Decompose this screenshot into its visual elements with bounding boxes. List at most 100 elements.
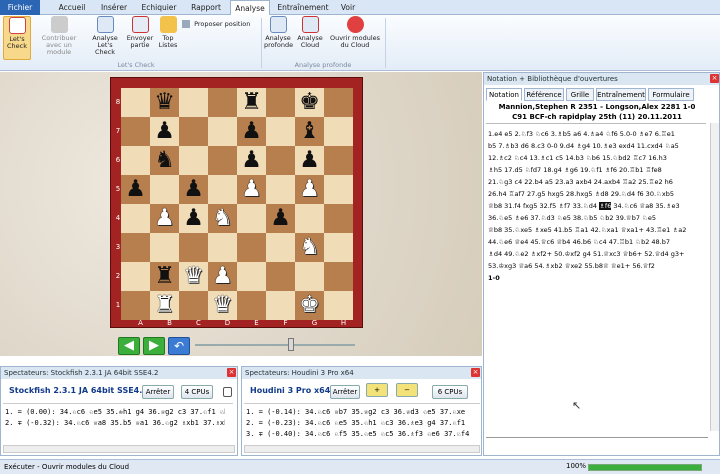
square-d5[interactable] <box>208 175 237 204</box>
white-pawn-icon[interactable]: ♟ <box>241 178 262 201</box>
square-h8[interactable] <box>324 88 353 117</box>
square-g1[interactable]: ♚ <box>295 291 324 320</box>
tab-echiquier[interactable]: Echiquier <box>138 0 180 15</box>
cpus-button[interactable]: 6 CPUs <box>432 385 468 399</box>
notation-line[interactable]: 44.♘e6 ♕e4 45.♕c6 ♕b4 46.b6 ♘c4 47.♖b1 ♘… <box>488 238 670 246</box>
square-g7[interactable]: ♝ <box>295 117 324 146</box>
square-f6[interactable] <box>266 146 295 175</box>
black-bishop-icon[interactable]: ♝ <box>299 120 320 143</box>
square-b8[interactable]: ♛ <box>150 88 179 117</box>
proposer-position-button[interactable]: Proposer position <box>182 20 258 30</box>
square-f4[interactable]: ♟ <box>266 204 295 233</box>
square-d6[interactable] <box>208 146 237 175</box>
notation-line[interactable]: 53.♔xg3 ♕a6 54.♗xb2 ♕xe2 55.b8♕ ♕e1+ 56.… <box>488 262 655 270</box>
black-knight-icon[interactable]: ♞ <box>154 149 175 172</box>
square-e3[interactable] <box>237 233 266 262</box>
tab-grille[interactable]: Grille <box>566 88 594 101</box>
square-c2[interactable]: ♛ <box>179 262 208 291</box>
square-d7[interactable] <box>208 117 237 146</box>
notation-line[interactable]: b5 7.♗b3 d6 8.c3 0-0 9.d4 ♗g4 10.♗e3 exd… <box>488 142 679 150</box>
tab-accueil[interactable]: Accueil <box>52 0 92 15</box>
white-knight-icon[interactable]: ♞ <box>299 236 320 259</box>
horizontal-scrollbar[interactable] <box>244 445 480 453</box>
analyse-profonde-button[interactable]: Analyse profonde <box>264 16 293 60</box>
notation-line[interactable]: ♗h5 17.d5 ♘fd7 18.g4 ♗g6 19.♘f1 ♗f6 20.♖… <box>488 166 662 174</box>
square-g6[interactable]: ♟ <box>295 146 324 175</box>
notation-line[interactable]: 21.♘g3 c4 22.b4 a5 23.a3 axb4 24.axb4 ♖a… <box>488 178 673 186</box>
square-a1[interactable] <box>121 291 150 320</box>
notation-line[interactable]: ♕b8 31.f4 fxg5 32.f5 ♗f7 33.♘d4 ♗f6 34.♘… <box>488 202 680 210</box>
square-e4[interactable] <box>237 204 266 233</box>
square-e5[interactable]: ♟ <box>237 175 266 204</box>
close-icon[interactable]: × <box>710 74 719 83</box>
notation-line[interactable]: ♕b8 35.♘xe5 ♗xe5 41.b5 ♖a1 42.♘xa1 ♕xa1+… <box>488 226 686 234</box>
square-h7[interactable] <box>324 117 353 146</box>
square-b2[interactable]: ♜ <box>150 262 179 291</box>
square-h2[interactable] <box>324 262 353 291</box>
square-g4[interactable] <box>295 204 324 233</box>
chessboard[interactable]: ♛ ♜ ♚ ♟ ♟ ♝ ♞ ♟ ♟ ♟ ♟ ♟ ♟ ♟ ♟ ♞ ♟ ♞ ♜ ♛ ♟ ♜ ♛ ♚ <box>121 88 353 320</box>
notation-line[interactable]: 36.♘e5 ♗e6 37.♘d3 ♘e5 38.♘b5 ♘b2 39.♕b7 … <box>488 214 656 222</box>
square-a8[interactable] <box>121 88 150 117</box>
back-button[interactable]: ◀ <box>118 337 140 355</box>
file-tab[interactable]: Fichier <box>0 0 40 15</box>
square-g2[interactable] <box>295 262 324 291</box>
tab-formulaire[interactable]: Formulaire <box>648 88 694 101</box>
close-icon[interactable]: × <box>471 368 480 377</box>
square-g5[interactable]: ♟ <box>295 175 324 204</box>
square-g8[interactable]: ♚ <box>295 88 324 117</box>
white-pawn-icon[interactable]: ♟ <box>212 265 233 288</box>
contribuer-button[interactable]: Contribuer avec un module <box>34 16 84 60</box>
white-queen-icon[interactable]: ♛ <box>212 294 233 317</box>
black-rook-icon[interactable]: ♜ <box>241 91 262 114</box>
square-d8[interactable] <box>208 88 237 117</box>
square-d4[interactable]: ♞ <box>208 204 237 233</box>
forward-button[interactable]: ▶ <box>143 337 165 355</box>
cpus-button[interactable]: 4 CPUs <box>181 385 213 399</box>
stop-engine-button[interactable]: Arrêter <box>142 385 174 399</box>
square-f3[interactable] <box>266 233 295 262</box>
tab-inserer[interactable]: Insérer <box>96 0 132 15</box>
envoyer-partie-button[interactable]: Envoyer partie <box>126 16 154 60</box>
zoom-out-button[interactable]: − <box>396 383 418 397</box>
square-c4[interactable]: ♟ <box>179 204 208 233</box>
white-pawn-icon[interactable]: ♟ <box>299 178 320 201</box>
square-h4[interactable] <box>324 204 353 233</box>
white-pawn-icon[interactable]: ♟ <box>154 207 175 230</box>
tab-entrainement[interactable]: Entraînement <box>276 0 330 15</box>
tab-voir[interactable]: Voir <box>336 0 360 15</box>
lock-icon[interactable] <box>223 387 232 397</box>
square-f5[interactable] <box>266 175 295 204</box>
square-e6[interactable]: ♟ <box>237 146 266 175</box>
black-pawn-icon[interactable]: ♟ <box>241 149 262 172</box>
black-pawn-icon[interactable]: ♟ <box>154 120 175 143</box>
analyse-cloud-button[interactable]: Analyse Cloud <box>296 16 324 60</box>
square-e7[interactable]: ♟ <box>237 117 266 146</box>
square-a7[interactable] <box>121 117 150 146</box>
square-f2[interactable] <box>266 262 295 291</box>
square-h5[interactable] <box>324 175 353 204</box>
square-b7[interactable]: ♟ <box>150 117 179 146</box>
notation-line[interactable]: ♗d4 49.♘e2 ♗xf2+ 50.♔xf2 g4 51.♕xc3 ♕b6+… <box>488 250 684 258</box>
lets-check-button[interactable]: Let's Check <box>3 16 31 60</box>
speed-slider-track[interactable] <box>195 344 355 346</box>
square-h1[interactable] <box>324 291 353 320</box>
square-a4[interactable] <box>121 204 150 233</box>
black-queen-icon[interactable]: ♛ <box>154 91 175 114</box>
tab-analyse[interactable]: Analyse <box>230 0 270 16</box>
square-e2[interactable] <box>237 262 266 291</box>
square-c6[interactable] <box>179 146 208 175</box>
black-pawn-icon[interactable]: ♟ <box>183 207 204 230</box>
close-icon[interactable]: × <box>227 368 236 377</box>
black-rook-icon[interactable]: ♜ <box>154 265 175 288</box>
square-a3[interactable] <box>121 233 150 262</box>
square-c5[interactable]: ♟ <box>179 175 208 204</box>
ouvrir-modules-cloud-button[interactable]: Ouvrir modules du Cloud <box>328 16 382 60</box>
black-pawn-icon[interactable]: ♟ <box>299 149 320 172</box>
square-c8[interactable] <box>179 88 208 117</box>
tab-rapport[interactable]: Rapport <box>188 0 224 15</box>
black-king-icon[interactable]: ♚ <box>299 91 320 114</box>
notation-line[interactable]: 12.♗c2 ♘c4 13.♗c1 c5 14.b3 ♘b6 15.♘bd2 ♖… <box>488 154 667 162</box>
current-move-highlight[interactable]: ♗f6 <box>599 202 612 210</box>
black-pawn-icon[interactable]: ♟ <box>270 207 291 230</box>
